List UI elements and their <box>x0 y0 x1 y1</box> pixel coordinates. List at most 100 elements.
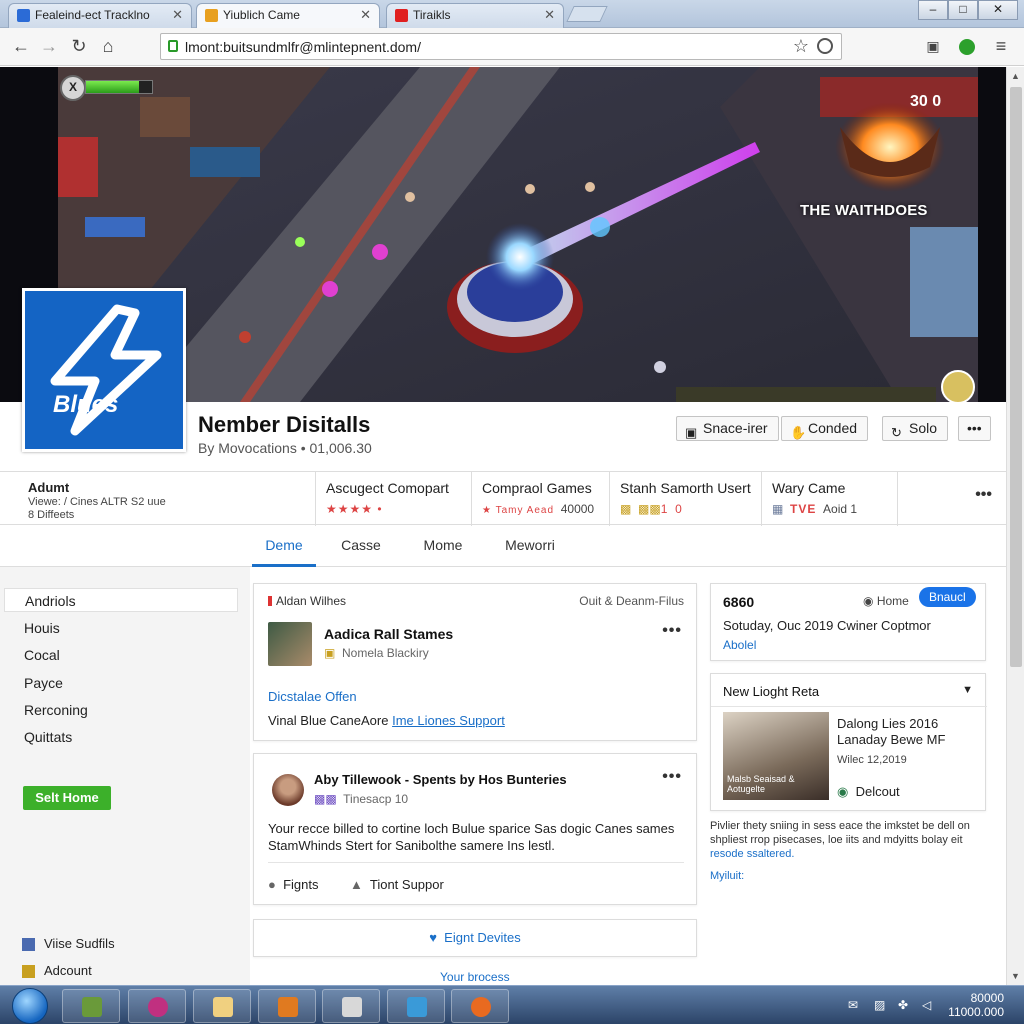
tab-casse[interactable]: Casse <box>332 525 390 567</box>
extension-icon[interactable] <box>817 38 833 54</box>
sidebar-item-houis[interactable]: Houis <box>24 620 60 636</box>
taskbar-app[interactable] <box>193 989 251 1023</box>
sidebar-item-payce[interactable]: Payce <box>24 675 63 691</box>
start-button[interactable] <box>12 988 48 1024</box>
tray-settings-icon[interactable]: ✤ <box>898 998 908 1012</box>
sidebar-item-rerconing[interactable]: Rerconing <box>24 702 88 718</box>
back-arrow-icon[interactable]: ← <box>10 36 32 58</box>
stat-item[interactable]: Ascugect Comopart ★★★★ • <box>316 472 472 526</box>
about-line1: Viewe: / Cines ALTR S2 uue <box>28 496 166 508</box>
maximize-button[interactable]: □ <box>948 0 978 20</box>
browser-tab-2[interactable]: Yiublich Came ✕ <box>196 3 380 28</box>
tray-volume-icon[interactable]: ◁ <box>922 998 931 1012</box>
post-more-icon[interactable]: ••• <box>662 768 682 786</box>
post-more-icon[interactable]: ••• <box>662 622 682 640</box>
badge-icon: ▣ <box>324 646 336 660</box>
condeal-button-label: Conded <box>808 420 858 436</box>
info-card-date: Sotuday, Ouc 2019 Cwiner Coptmor <box>723 618 931 633</box>
bookmark-star-icon[interactable]: ☆ <box>793 36 809 57</box>
forward-arrow-icon[interactable]: → <box>38 36 60 58</box>
subscribe-button[interactable]: Selt Home <box>23 786 111 810</box>
more-button[interactable]: ••• <box>958 416 991 441</box>
taskbar-app[interactable] <box>322 989 380 1023</box>
condeal-button[interactable]: ✋ Conded <box>781 416 869 441</box>
post-title[interactable]: Aby Tillewook - Spents by Hos Bunteries <box>314 772 567 787</box>
profile-icon[interactable] <box>956 36 978 58</box>
sidebar-footer-link[interactable]: Adcount <box>22 963 92 978</box>
stat-title: Ascugect Comopart <box>326 480 449 496</box>
show-more-button[interactable]: ♥ Eignt Devites <box>253 919 697 957</box>
tab-meworri[interactable]: Meworri <box>498 525 562 567</box>
sidebar-item-andriols[interactable]: Andriols <box>4 588 238 612</box>
solo-button[interactable]: ↻ Solo <box>882 416 949 441</box>
post-sub-link[interactable]: Dicstalae Offen <box>268 688 357 705</box>
reload-icon[interactable]: ↻ <box>68 36 90 58</box>
taskbar-app[interactable] <box>258 989 316 1023</box>
home-icon[interactable]: ⌂ <box>97 36 119 58</box>
tray-flag-icon[interactable]: ✉ <box>848 998 858 1012</box>
sidebar-item-quittats[interactable]: Quittats <box>24 729 72 745</box>
lightning-logo-icon <box>50 304 162 436</box>
right-footer-text: Pivlier thety sniing in sess eace the im… <box>710 820 970 846</box>
post-header-right[interactable]: Ouit & Deanm-Filus <box>579 594 684 608</box>
post-action-fights[interactable]: ● Fignts <box>268 876 319 893</box>
tab-label: Yiublich Came <box>223 8 300 22</box>
chevron-down-icon[interactable]: ▼ <box>962 684 973 696</box>
system-clock[interactable]: 80000 11000.000 <box>948 991 1004 1019</box>
post-body-link[interactable]: Ime Liones Support <box>392 713 505 728</box>
video-channel[interactable]: ◉ Delcout <box>837 784 900 800</box>
health-bar-fill <box>86 81 139 93</box>
tab-mome[interactable]: Mome <box>414 525 472 567</box>
browser-icon <box>471 997 491 1017</box>
thumbs-up-icon: ✋ <box>790 425 807 440</box>
stats-strip: Adumt Viewe: / Cines ALTR S2 uue 8 Diffe… <box>0 471 1006 526</box>
hud-badge: X <box>60 75 86 101</box>
sidebar-item-cocal[interactable]: Cocal <box>24 647 60 663</box>
avatar[interactable] <box>268 622 312 666</box>
right-footer-link-2[interactable]: Myiluit: <box>710 870 744 882</box>
video-title[interactable]: Dalong Lies 2016 Lanaday Bewe MF <box>837 716 977 748</box>
avatar[interactable] <box>272 774 304 806</box>
scroll-down-icon[interactable]: ▼ <box>1011 971 1020 981</box>
post-title[interactable]: Aadica Rall Stames <box>324 626 453 642</box>
stats-more-icon[interactable]: ••• <box>975 486 992 504</box>
post-action-support[interactable]: ▲ Tiont Suppor <box>350 876 444 893</box>
close-tab-icon[interactable]: ✕ <box>360 4 371 26</box>
channel-nav: Deme Casse Mome Meworri <box>0 525 1006 567</box>
taskbar-app[interactable] <box>451 989 509 1023</box>
video-card: New Lioght Reta ▼ Malsb Seaisad & Aotuge… <box>710 673 987 811</box>
taskbar-app[interactable] <box>387 989 445 1023</box>
menu-icon[interactable]: ≡ <box>990 36 1012 58</box>
info-card-link[interactable]: Abolel <box>723 638 756 652</box>
stat-item[interactable]: Wary Came ▦ TVE Aoid 1 <box>762 472 898 526</box>
minimize-button[interactable]: – <box>918 0 948 20</box>
medal-icon: ▩▩ <box>638 502 661 516</box>
browser-tab-1[interactable]: Fealeind-ect Tracklno ✕ <box>8 3 192 28</box>
scroll-up-icon[interactable]: ▲ <box>1011 71 1020 81</box>
address-bar[interactable]: lmont:buitsundmlfr@mlintepnent.dom/ ☆ <box>160 33 842 60</box>
taskbar-app[interactable] <box>62 989 120 1023</box>
new-tab-button[interactable] <box>566 6 608 22</box>
tab-home[interactable]: Deme <box>252 525 316 567</box>
home-link[interactable]: ◉ Home <box>863 594 909 608</box>
action-pill-button[interactable]: Bnaucl <box>919 587 976 607</box>
channel-title: Nember Disitalls <box>198 412 371 437</box>
close-window-button[interactable]: ✕ <box>978 0 1018 20</box>
browser-tab-3[interactable]: Tiraikls ✕ <box>386 3 564 28</box>
close-tab-icon[interactable]: ✕ <box>544 4 555 26</box>
bottom-link[interactable]: Your brocess <box>440 969 510 985</box>
page-scrollbar[interactable]: ▲ ▼ <box>1006 67 1024 985</box>
video-thumbnail[interactable]: Malsb Seaisad & Aotugelte <box>723 712 829 800</box>
right-footer-link[interactable]: resode ssaltered. <box>710 848 794 860</box>
scrollbar-thumb[interactable] <box>1010 87 1022 667</box>
taskbar-app[interactable] <box>128 989 186 1023</box>
space-button[interactable]: ▣ Snace-irer <box>676 416 779 441</box>
channel-logo[interactable]: Blues <box>22 288 186 452</box>
tray-network-icon[interactable]: ▨ <box>874 998 885 1012</box>
stat-item[interactable]: Stanh Samorth Usert ▩ ▩▩1 0 <box>610 472 762 526</box>
stat-item[interactable]: Compraol Games ★ Tamy Aead 40000 <box>472 472 610 526</box>
sidebar-footer-link[interactable]: Viise Sudfils <box>22 936 115 951</box>
close-tab-icon[interactable]: ✕ <box>172 4 183 26</box>
sidebar-footer-label: Viise Sudfils <box>44 936 115 951</box>
cast-icon[interactable]: ▣ <box>922 36 944 58</box>
